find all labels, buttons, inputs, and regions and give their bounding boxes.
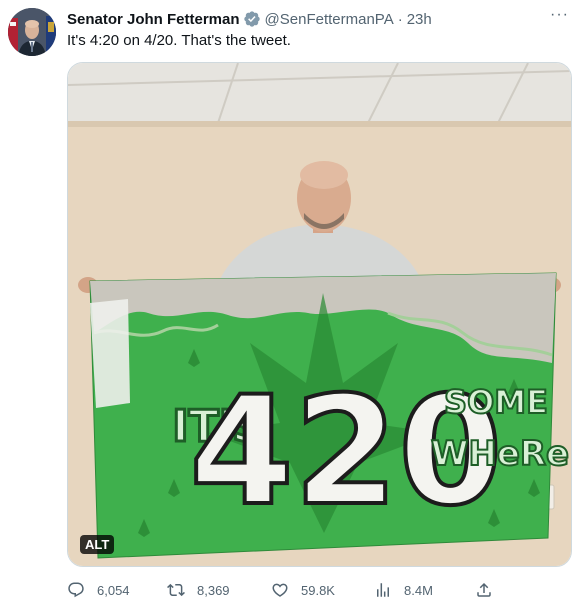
like-icon [272, 583, 288, 597]
tweet-photo[interactable]: IT'S 420 SOME WHeRe ALT [67, 62, 572, 567]
more-options-icon[interactable]: ··· [550, 7, 569, 23]
separator-dot: · [397, 10, 403, 28]
verified-badge-icon[interactable] [243, 10, 261, 28]
alt-text-badge[interactable]: ALT [80, 535, 115, 554]
tweet[interactable]: Senator John Fetterman @SenFettermanPA ·… [0, 0, 579, 609]
tweet-text: It's 4:20 on 4/20. That's the tweet. [67, 32, 291, 49]
views-count: 8.4M [404, 582, 433, 598]
tweet-header: Senator John Fetterman @SenFettermanPA ·… [67, 9, 569, 29]
like-button[interactable]: 59.8K [271, 581, 335, 599]
like-count: 59.8K [301, 582, 335, 598]
retweet-count: 8,369 [197, 582, 230, 598]
author-handle[interactable]: @SenFettermanPA [265, 11, 394, 28]
reply-button[interactable]: 6,054 [67, 581, 130, 599]
avatar-image [8, 8, 56, 56]
reply-count: 6,054 [97, 582, 130, 598]
photo-image: IT'S 420 SOME WHeRe [68, 63, 571, 566]
flag-where-text: WHeRe [431, 434, 569, 474]
timestamp[interactable]: 23h [407, 11, 432, 28]
retweet-button[interactable]: 8,369 [167, 581, 230, 599]
retweet-icon [167, 583, 185, 597]
reply-icon [68, 582, 84, 598]
flag-some-text: SOME [444, 383, 548, 421]
action-bar: 6,054 8,369 59.8K 8.4M [67, 581, 497, 603]
share-button[interactable] [475, 581, 505, 599]
author-name[interactable]: Senator John Fetterman [67, 11, 240, 28]
share-icon [477, 582, 491, 597]
views-button[interactable]: 8.4M [374, 581, 433, 599]
views-icon [377, 583, 389, 597]
avatar[interactable] [8, 8, 56, 56]
